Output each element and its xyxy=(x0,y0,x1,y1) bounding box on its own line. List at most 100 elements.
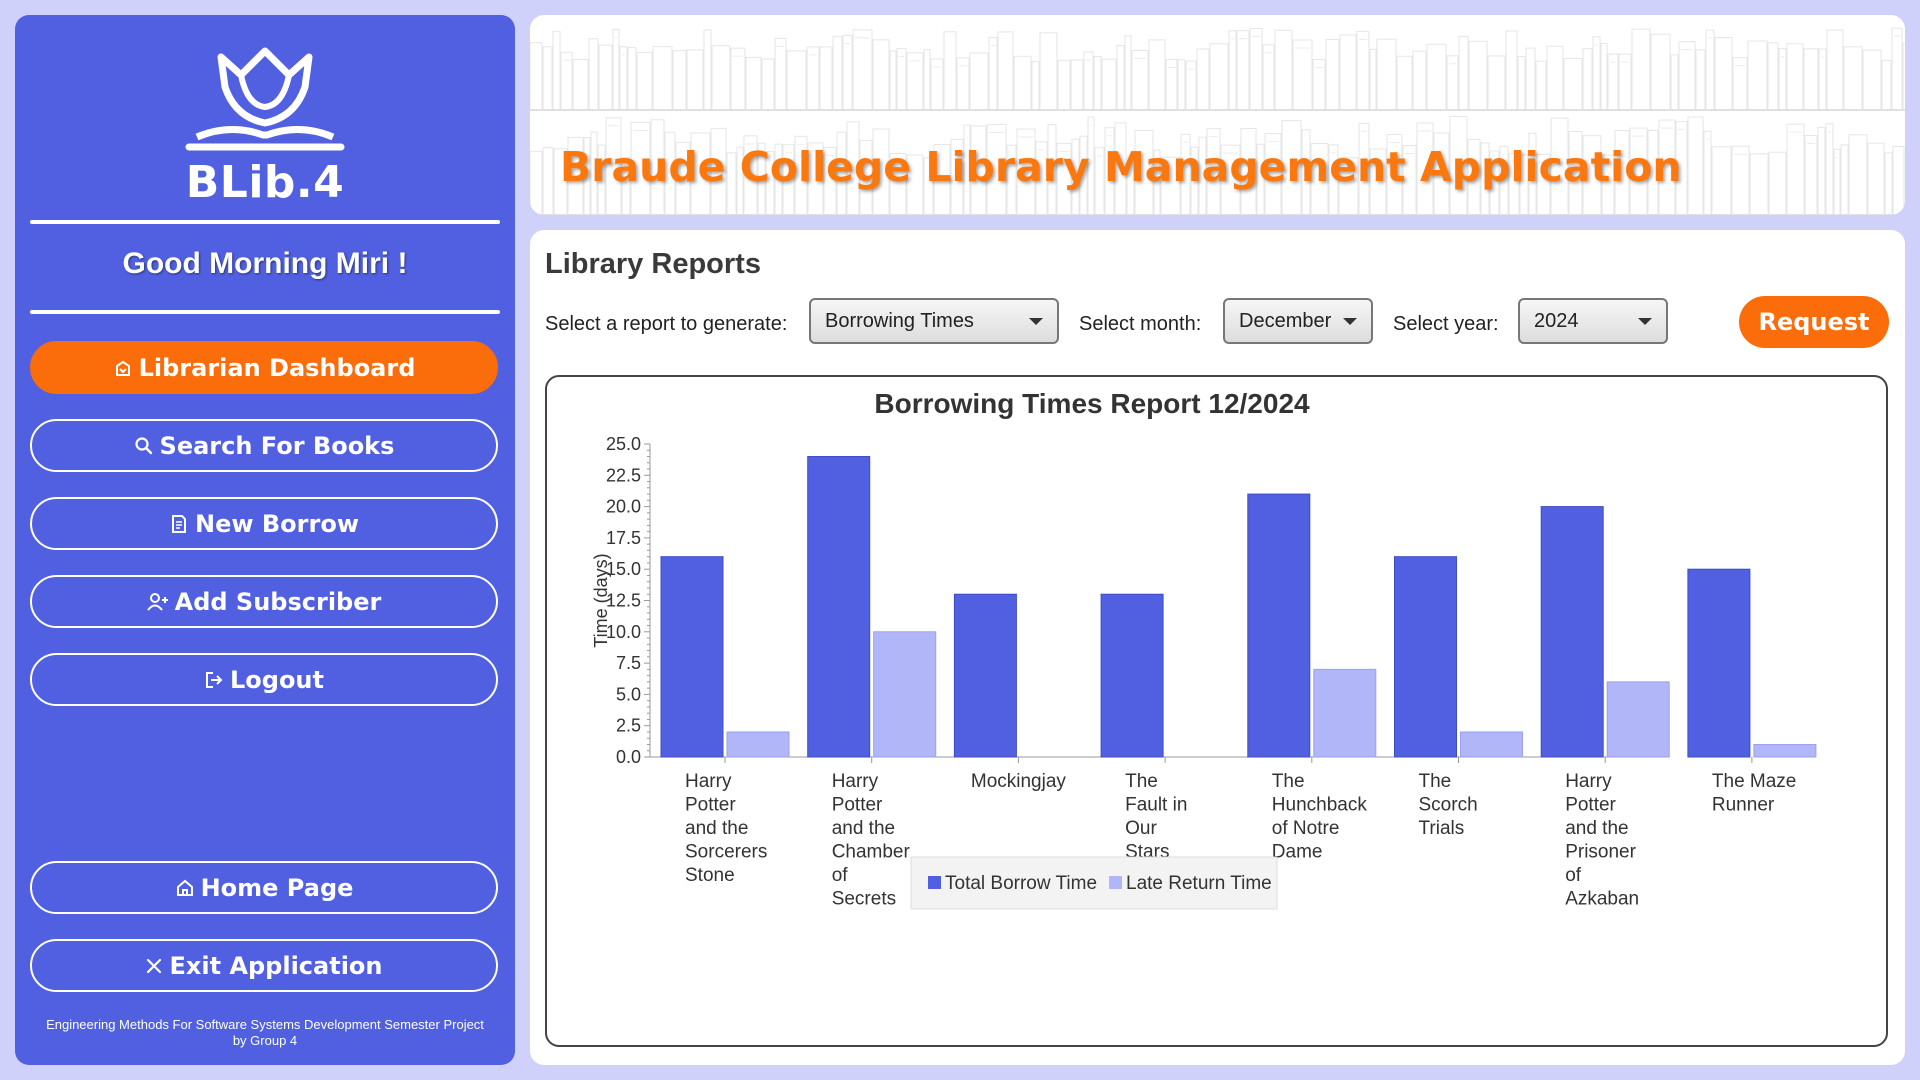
x-tick-label: The xyxy=(1272,771,1305,792)
bar-late-return xyxy=(873,631,937,758)
divider xyxy=(30,310,500,314)
y-tick-label: 5.0 xyxy=(616,684,641,704)
exit-application-button[interactable]: Exit Application xyxy=(30,939,498,992)
nav-label: Add Subscriber xyxy=(174,587,382,616)
bar-total-borrow xyxy=(1540,506,1604,758)
legend-label: Late Return Time xyxy=(1126,873,1272,894)
bar-total-borrow xyxy=(1687,568,1751,758)
bar-late-return xyxy=(726,731,790,758)
month-select-label: Select month: xyxy=(1079,313,1202,335)
add-user-icon xyxy=(146,592,168,611)
report-chart-container: Borrowing Times Report 12/2024 0.0 2.5 5.0 7… xyxy=(545,375,1888,1047)
x-tick-label: The xyxy=(1125,771,1158,792)
app-logo: BLib.4 xyxy=(15,45,515,208)
bar-total-borrow xyxy=(1247,493,1311,758)
x-tick-label: and the xyxy=(685,818,748,839)
y-tick-label: 0.0 xyxy=(616,747,641,767)
nav-label: New Borrow xyxy=(194,509,359,538)
x-tick-label: Azkaban xyxy=(1565,889,1639,910)
legend-swatch xyxy=(928,876,941,889)
year-select-value: 2024 xyxy=(1534,309,1579,332)
y-tick-label: 20.0 xyxy=(606,497,641,517)
footer-line: Engineering Methods For Software Systems… xyxy=(46,1017,484,1032)
x-tick-label: Fault in xyxy=(1125,795,1187,816)
borrowing-times-chart: Borrowing Times Report 12/2024 0.0 2.5 5.0 7… xyxy=(591,388,1817,910)
nav-label: Home Page xyxy=(200,873,354,902)
header-banner: Braude College Library Management Applic… xyxy=(530,15,1905,215)
x-tick-label: Harry xyxy=(832,771,879,792)
request-button[interactable]: Request xyxy=(1739,296,1889,348)
x-tick-label: Harry xyxy=(685,771,732,792)
y-tick-label: 10.0 xyxy=(606,622,641,642)
app-title: Braude College Library Management Applic… xyxy=(560,143,1682,191)
search-icon xyxy=(134,436,152,454)
x-tick-label: The xyxy=(1419,771,1452,792)
chevron-down-icon xyxy=(1029,317,1043,325)
month-select-value: December xyxy=(1239,309,1332,332)
divider xyxy=(30,220,500,224)
greeting-text: Good Morning Miri ! xyxy=(122,247,408,280)
report-select-value: Borrowing Times xyxy=(825,309,974,332)
chart-title: Borrowing Times Report 12/2024 xyxy=(874,388,1310,419)
x-tick-label: Potter xyxy=(1565,795,1616,816)
x-tick-label: Chamber xyxy=(832,842,911,863)
bar-late-return xyxy=(1313,668,1377,758)
y-tick-label: 15.0 xyxy=(606,559,641,579)
chevron-down-icon xyxy=(1638,317,1652,325)
bar-late-return xyxy=(1606,681,1670,758)
month-select[interactable]: December xyxy=(1223,298,1373,344)
bar-total-borrow xyxy=(807,456,871,758)
chevron-down-icon xyxy=(1343,317,1357,325)
x-tick-label: Stone xyxy=(685,865,735,886)
year-select[interactable]: 2024 xyxy=(1518,298,1668,344)
y-axis-label: Time (days) xyxy=(591,553,611,647)
new-borrow-button[interactable]: New Borrow xyxy=(30,497,498,550)
nav-label: Logout xyxy=(229,665,324,694)
bar-total-borrow xyxy=(1100,593,1164,758)
x-tick-label: of Notre xyxy=(1272,818,1340,839)
sidebar: BLib.4 Good Morning Miri ! Librarian Das… xyxy=(15,15,515,1065)
legend-swatch xyxy=(1109,876,1122,889)
reports-panel: Library Reports Select a report to gener… xyxy=(530,230,1905,1065)
x-tick-label: Hunchback xyxy=(1272,795,1368,816)
legend-label: Total Borrow Time xyxy=(945,873,1097,894)
x-tick-label: Secrets xyxy=(832,889,896,910)
y-tick-label: 12.5 xyxy=(606,591,641,611)
x-tick-label: Our xyxy=(1125,818,1157,839)
y-tick-label: 17.5 xyxy=(606,528,641,548)
report-select[interactable]: Borrowing Times xyxy=(809,298,1059,344)
x-tick-label: Dame xyxy=(1272,842,1323,863)
bar-total-borrow xyxy=(1394,556,1457,758)
nav-label: Search For Books xyxy=(159,431,395,460)
x-tick-label: of xyxy=(832,865,849,886)
page-title: Library Reports xyxy=(545,248,761,280)
x-tick-label: Runner xyxy=(1712,795,1775,816)
home-page-button[interactable]: Home Page xyxy=(30,861,498,914)
x-tick-label: of xyxy=(1565,865,1582,886)
x-tick-label: Prisoner xyxy=(1565,842,1636,863)
x-tick-label: and the xyxy=(832,818,895,839)
search-for-books-button[interactable]: Search For Books xyxy=(30,419,498,472)
bar-total-borrow xyxy=(953,593,1017,758)
x-tick-label: Scorch xyxy=(1419,795,1478,816)
y-tick-label: 7.5 xyxy=(616,653,641,673)
y-tick-label: 22.5 xyxy=(606,465,641,485)
logout-button[interactable]: Logout xyxy=(30,653,498,706)
nav-label: Librarian Dashboard xyxy=(138,353,416,382)
add-subscriber-button[interactable]: Add Subscriber xyxy=(30,575,498,628)
logo-text: BLib.4 xyxy=(185,157,345,208)
librarian-dashboard-button[interactable]: Librarian Dashboard xyxy=(30,341,498,394)
x-tick-label: Harry xyxy=(1565,771,1612,792)
footer-line: by Group 4 xyxy=(232,1033,298,1048)
footer-credits: Engineering Methods For Software Systems… xyxy=(15,1017,515,1049)
bar-total-borrow xyxy=(660,556,724,758)
y-tick-label: 25.0 xyxy=(606,434,641,454)
x-tick-label: The Maze xyxy=(1712,771,1796,792)
year-select-label: Select year: xyxy=(1393,313,1499,335)
x-tick-label: Trials xyxy=(1419,818,1465,839)
close-icon xyxy=(147,958,162,973)
bar-late-return xyxy=(1753,743,1817,758)
chart-legend: Total Borrow Time Late Return Time xyxy=(910,856,1278,910)
x-tick-label: Potter xyxy=(685,795,736,816)
nav-label: Exit Application xyxy=(169,951,383,980)
